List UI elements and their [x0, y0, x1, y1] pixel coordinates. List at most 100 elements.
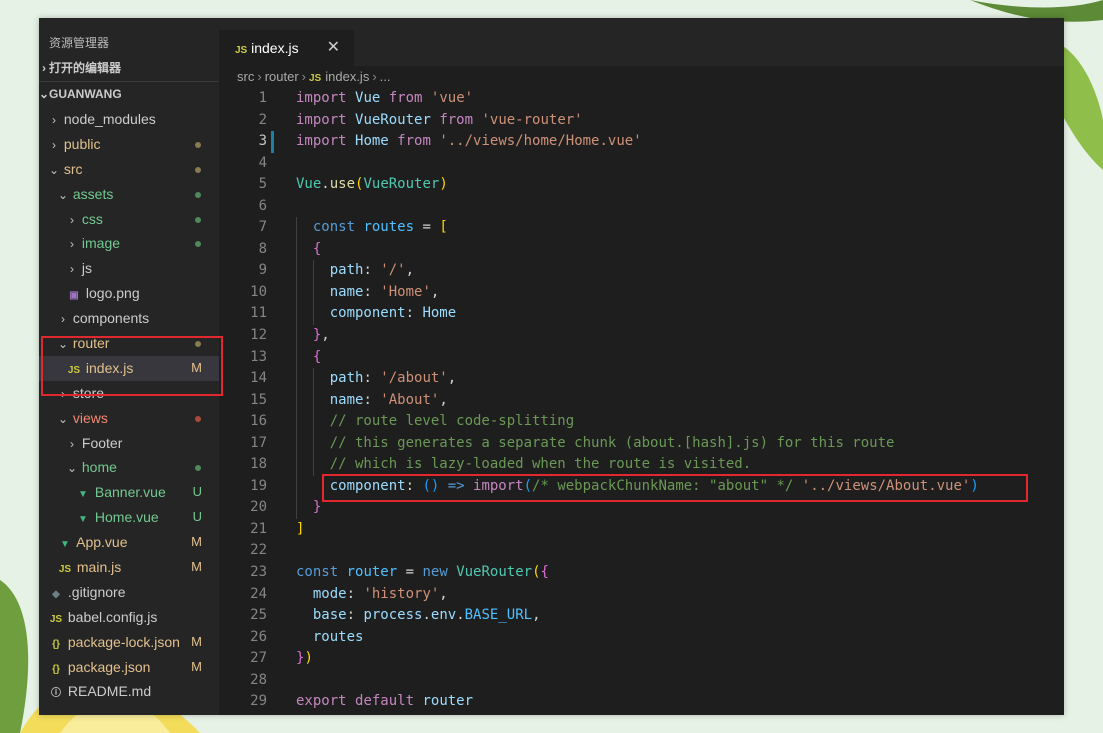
tree-item-components[interactable]: › components: [39, 306, 219, 331]
status-dot: [195, 465, 201, 472]
code-line: 5 Vue.use(VueRouter): [219, 174, 1064, 196]
tree-item-label: image: [81, 235, 121, 252]
chevron-right-icon: ›: [70, 262, 74, 277]
project-name: GUANWANG: [49, 87, 122, 101]
indent-guide: [313, 368, 314, 476]
line-number: 25: [250, 607, 267, 624]
code-text: path: '/about',: [329, 370, 457, 387]
tree-item-src[interactable]: ⌄ src: [39, 157, 219, 182]
tree-item-babel-config-js[interactable]: JS babel.config.js: [39, 605, 219, 630]
code-line: 20 }: [219, 497, 1064, 519]
chevron-right-icon: ›: [372, 69, 377, 84]
tree-item-js[interactable]: › js: [39, 256, 219, 281]
tree-item-package-json[interactable]: {} package.json M: [39, 655, 219, 680]
line-number: 2: [258, 111, 267, 128]
tree-item-home-vue[interactable]: ▼ Home.vue U: [39, 505, 219, 530]
tree-item-home[interactable]: ⌄ home: [39, 455, 219, 480]
tree-item-label: README.md: [67, 683, 152, 700]
tree-item-index-js[interactable]: JS index.js M: [39, 355, 219, 381]
code-line: 6: [219, 196, 1064, 218]
tree-item-label: router: [72, 335, 110, 352]
code-text: }): [296, 650, 313, 667]
line-number: 15: [250, 391, 267, 408]
code-text: {: [312, 240, 322, 257]
line-number: 3: [258, 133, 267, 150]
js-file-icon: JS: [309, 73, 322, 84]
tree-item-store[interactable]: › store: [39, 381, 219, 406]
code-line: 29 export default router: [219, 691, 1064, 713]
code-line: 22: [219, 540, 1064, 562]
tree-item-assets[interactable]: ⌄ assets: [39, 182, 219, 207]
line-number: 18: [250, 456, 267, 473]
open-editors-label: 打开的编辑器: [49, 61, 122, 75]
code-line: 24 mode: 'history',: [219, 584, 1064, 606]
code-text: // route level code-splitting: [329, 413, 575, 430]
tab-label: index.js: [251, 40, 299, 56]
tree-item-public[interactable]: › public: [39, 132, 219, 157]
tree-item-router[interactable]: ⌄ router: [39, 331, 219, 356]
code-editor[interactable]: 1 import Vue from 'vue' 2 import VueRouter …: [219, 88, 1064, 715]
project-section[interactable]: ⌄GUANWANG: [39, 82, 219, 107]
chevron-right-icon: ›: [52, 137, 56, 152]
open-editors-section[interactable]: › 打开的编辑器: [39, 56, 219, 82]
code-line: 23 const router = new VueRouter({: [219, 562, 1064, 584]
code-line: 8 {: [219, 239, 1064, 261]
code-text: mode: 'history',: [312, 585, 448, 602]
line-number: 5: [258, 176, 267, 193]
tree-item-css[interactable]: › css: [39, 207, 219, 232]
code-text: import Vue from 'vue': [296, 90, 474, 106]
tree-item-image[interactable]: › image: [39, 231, 219, 256]
code-line: 17 // this generates a separate chunk (a…: [219, 433, 1064, 455]
tree-item-banner-vue[interactable]: ▼ Banner.vue U: [39, 480, 219, 505]
code-line: 3 import Home from '../views/home/Home.vu…: [219, 131, 1064, 153]
line-number: 19: [250, 477, 267, 494]
tree-item--gitignore[interactable]: ◆ .gitignore: [39, 580, 219, 605]
code-line: 7 const routes = [: [219, 217, 1064, 239]
code-line: 11 component: Home: [219, 303, 1064, 325]
status-dot: [195, 216, 201, 223]
tree-item-label: main.js: [76, 559, 122, 576]
git-status-badge: U: [192, 484, 202, 500]
tree-item-views[interactable]: ⌄ views: [39, 406, 219, 431]
tree-item-footer[interactable]: › Footer: [39, 431, 219, 456]
indent-guide: [296, 217, 297, 519]
chevron-right-icon: ›: [70, 436, 74, 451]
tree-item-readme-md[interactable]: ⓘ README.md: [39, 679, 219, 704]
line-number: 28: [250, 671, 267, 688]
tab-index-js[interactable]: JS index.js ✕: [219, 30, 354, 66]
tree-item-logo-png[interactable]: ▣ logo.png: [39, 281, 219, 306]
line-number: 24: [250, 585, 267, 602]
code-line: 10 name: 'Home',: [219, 282, 1064, 304]
line-number: 27: [250, 650, 267, 667]
tree-item-label: babel.config.js: [67, 608, 158, 625]
explorer-sidebar: 资源管理器 › 打开的编辑器 ⌄GUANWANG › node_modules › …: [39, 18, 219, 715]
tree-item-app-vue[interactable]: ▼ App.vue M: [39, 530, 219, 555]
breadcrumb-src[interactable]: src: [237, 69, 254, 84]
tree-item-label: src: [63, 160, 83, 177]
line-number: 4: [258, 154, 267, 171]
close-icon[interactable]: ✕: [327, 30, 340, 66]
status-dot: [195, 166, 201, 173]
line-number: 16: [250, 413, 267, 430]
status-dot: [195, 415, 201, 422]
git-status-badge: U: [192, 509, 202, 525]
line-number: 7: [258, 219, 267, 236]
line-number: 6: [258, 197, 267, 214]
tree-item-main-js[interactable]: JS main.js M: [39, 555, 219, 580]
status-dot: [195, 191, 201, 198]
code-line: 14 path: '/about',: [219, 368, 1064, 390]
breadcrumb-router[interactable]: router: [265, 69, 299, 84]
code-text: {: [312, 348, 322, 365]
tree-item-label: js: [81, 260, 93, 277]
tree-item-label: store: [72, 384, 105, 401]
breadcrumb-symbol[interactable]: ...: [380, 69, 391, 84]
tree-item-node-modules[interactable]: › node_modules: [39, 107, 219, 132]
tree-item-label: package-lock.json: [67, 633, 180, 650]
breadcrumb: src › router › JS index.js ›...: [219, 66, 391, 88]
tree-item-package-lock-json[interactable]: {} package-lock.json M: [39, 630, 219, 655]
code-text: },: [312, 327, 330, 344]
chevron-down-icon: ⌄: [48, 162, 60, 177]
vscode-window: 资源管理器 › 打开的编辑器 ⌄GUANWANG › node_modules › …: [39, 18, 1064, 715]
breadcrumb-file[interactable]: index.js: [325, 69, 369, 84]
code-line: 12 },: [219, 325, 1064, 347]
